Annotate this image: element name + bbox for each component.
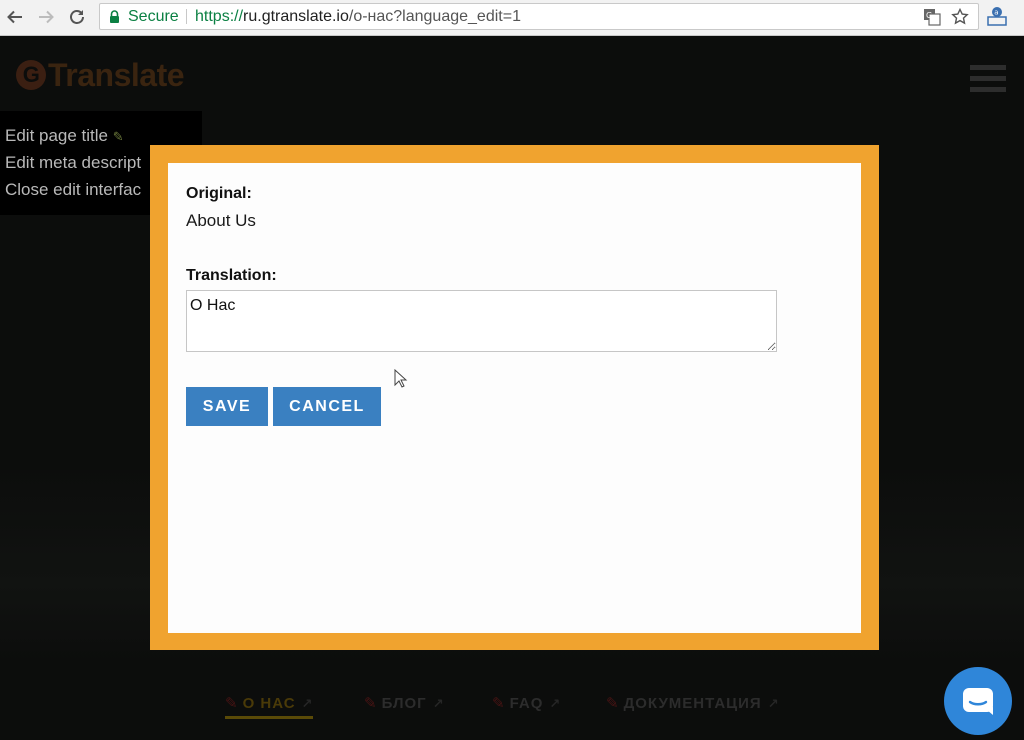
external-arrow-icon: ↗: [549, 696, 562, 711]
original-label: Original:: [186, 185, 252, 202]
back-arrow-icon: [7, 10, 22, 24]
translation-label: Translation:: [186, 267, 277, 284]
translate-button[interactable]: G: [923, 8, 941, 26]
url-protocol: https://: [195, 8, 244, 25]
edit-page-title-link[interactable]: Edit page title ✎: [5, 126, 124, 146]
url-text: https://ru.gtranslate.io/о-нас?language_…: [195, 4, 521, 29]
url-path: /о-нас?language_edit=1: [348, 8, 521, 25]
bookmark-button[interactable]: [951, 8, 969, 26]
nav-link-blog[interactable]: ✎ БЛОГ ↗: [364, 694, 445, 712]
edit-meta-description-link[interactable]: Edit meta descript: [5, 153, 141, 173]
cancel-button[interactable]: CANCEL: [273, 387, 381, 426]
nav-label: БЛОГ: [381, 695, 427, 712]
lock-icon: [110, 10, 119, 23]
modal-content: Original: About Us Translation: О Нас SA…: [168, 163, 861, 633]
nav-label: О НАС: [242, 695, 296, 712]
reload-icon: [70, 10, 84, 24]
pencil-icon: ✎: [364, 695, 378, 712]
nav-label: ДОКУМЕНТАЦИЯ: [623, 695, 762, 712]
translate-icon: G: [924, 9, 941, 26]
site-nav: ✎ О НАС ↗ ✎ БЛОГ ↗ ✎ FAQ ↗ ✎ ДОКУМЕНТАЦИЯ ↗: [0, 691, 1024, 721]
svg-text:G: G: [926, 11, 932, 20]
omnibox-divider: [186, 9, 187, 24]
secure-label: Secure: [128, 8, 179, 25]
external-arrow-icon: ↗: [432, 696, 445, 711]
external-arrow-icon: ↗: [301, 696, 314, 711]
pencil-icon: ✎: [112, 129, 124, 144]
forward-arrow-icon: [39, 10, 54, 24]
back-button[interactable]: [2, 4, 28, 30]
save-button[interactable]: SAVE: [186, 387, 268, 426]
reload-button[interactable]: [64, 4, 90, 30]
address-bar[interactable]: Secure https://ru.gtranslate.io/о-нас?la…: [99, 3, 979, 30]
logo-g-icon: G: [16, 60, 46, 90]
external-arrow-icon: ↗: [767, 696, 780, 711]
browser-toolbar: Secure https://ru.gtranslate.io/о-нас?la…: [0, 0, 1024, 36]
menu-button[interactable]: [970, 65, 1006, 95]
url-host: ru.gtranslate.io: [243, 8, 349, 25]
site-logo[interactable]: G Translate: [16, 55, 185, 95]
edit-page-title-label: Edit page title: [5, 126, 109, 145]
translation-textarea[interactable]: О Нас: [186, 290, 777, 352]
logo-text: Translate: [48, 56, 185, 93]
nav-link-docs[interactable]: ✎ ДОКУМЕНТАЦИЯ ↗: [606, 694, 780, 712]
chat-launcher-button[interactable]: [944, 667, 1012, 735]
original-text: About Us: [186, 211, 256, 230]
svg-text:a: a: [994, 9, 998, 17]
menu-icon: [970, 65, 1006, 70]
mouse-cursor-icon: [394, 369, 408, 388]
star-icon: [951, 8, 969, 25]
chat-icon: [963, 688, 993, 715]
forward-button[interactable]: [33, 4, 59, 30]
nav-link-faq[interactable]: ✎ FAQ ↗: [492, 694, 561, 712]
nav-link-about[interactable]: ✎ О НАС ↗: [225, 694, 314, 719]
pencil-icon: ✎: [225, 695, 239, 712]
extension-icon[interactable]: a: [986, 5, 1008, 27]
close-edit-interface-link[interactable]: Close edit interfac: [5, 180, 141, 200]
pencil-icon: ✎: [606, 695, 620, 712]
nav-label: FAQ: [509, 695, 544, 712]
translation-edit-modal: Original: About Us Translation: О Нас SA…: [150, 145, 879, 650]
pencil-icon: ✎: [492, 695, 506, 712]
